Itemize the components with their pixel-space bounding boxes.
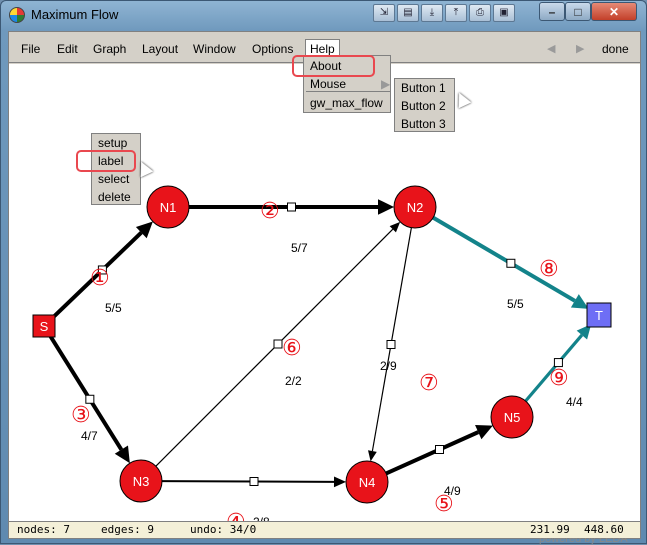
edge-flow-label: 2/2 — [285, 374, 302, 388]
edge-line[interactable] — [371, 227, 412, 452]
graph-node-label: N4 — [359, 475, 376, 490]
edge-step-marker: ⑦ — [419, 371, 439, 396]
edge-flow-label: 5/5 — [507, 297, 524, 311]
menu-window[interactable]: Window — [193, 42, 236, 56]
status-bar: nodes: 7 edges: 9 undo: 34/0 231.99 448.… — [9, 521, 640, 538]
submenu-arrow-icon: ▶ — [381, 77, 391, 91]
graph-node-label: N2 — [407, 200, 424, 215]
edge-step-marker: ④ — [226, 510, 246, 521]
status-nodes: nodes: 7 — [17, 523, 70, 536]
edge-handle[interactable] — [287, 202, 296, 212]
menu-button-3[interactable]: Button 3 — [395, 117, 454, 131]
menu-graph[interactable]: Graph — [93, 42, 126, 56]
done-button[interactable]: done — [602, 42, 629, 56]
edge-flow-label: 4/4 — [566, 395, 583, 409]
edge-flow-label: 5/5 — [105, 301, 122, 315]
edge-arrowhead — [378, 199, 394, 215]
edge-handle[interactable] — [273, 339, 283, 349]
menu-file[interactable]: File — [21, 42, 40, 56]
menu-mouse[interactable]: Mouse ▶ — [306, 77, 390, 92]
graph-node-label: N3 — [133, 474, 150, 489]
close-button[interactable]: ✕ — [591, 2, 637, 21]
edge-flow-label: 2/9 — [380, 359, 397, 373]
next-arrow-icon[interactable]: ▶ — [576, 42, 584, 55]
ctx-delete[interactable]: delete — [92, 190, 140, 204]
print-icon[interactable]: ⎙ — [469, 4, 491, 22]
minimize-button[interactable]: – — [539, 2, 565, 21]
title-toolbar: ⇲ ▤ ⤓ ⤒ ⎙ ▣ — [373, 4, 517, 22]
label-highlight — [76, 150, 136, 172]
about-highlight — [292, 55, 375, 77]
menu-layout[interactable]: Layout — [142, 42, 178, 56]
pin-icon[interactable]: ⤒ — [445, 4, 467, 22]
edge-handle[interactable] — [249, 477, 259, 486]
graph-node-label: N5 — [504, 410, 521, 425]
export-icon[interactable]: ⇲ — [373, 4, 395, 22]
edge-step-marker: ⑨ — [549, 366, 569, 391]
status-undo: undo: 34/0 — [190, 523, 257, 536]
status-edges: edges: 9 — [101, 523, 154, 536]
status-x: 231.99 — [530, 523, 570, 536]
edge-flow-label: 4/7 — [81, 429, 98, 443]
ctx-select[interactable]: select — [92, 172, 140, 186]
graph-node-label: T — [595, 308, 603, 323]
edge-handle[interactable] — [435, 445, 444, 454]
edge-step-marker: ⑧ — [539, 257, 559, 282]
graph-node-label: S — [40, 319, 49, 334]
mouse-submenu: Button 1 Button 2 Button 3 — [394, 78, 455, 132]
menu-options[interactable]: Options — [252, 42, 293, 56]
menu-mouse-label: Mouse — [310, 77, 347, 91]
title-bar[interactable]: Maximum Flow ⇲ ▤ ⤓ ⤒ ⎙ ▣ – □ ✕ — [1, 1, 646, 31]
edge-step-marker: ⑥ — [282, 336, 302, 361]
edge-step-marker: ② — [260, 199, 280, 224]
menu-gw-max-flow[interactable]: gw_max_flow — [304, 96, 390, 110]
menu-button-2[interactable]: Button 2 — [395, 99, 454, 113]
edge-step-marker: ⑤ — [434, 492, 454, 517]
edge-arrowhead — [368, 450, 377, 462]
ctx-setup[interactable]: setup — [92, 136, 140, 150]
edge-flow-label: 5/7 — [291, 241, 308, 255]
edge-line[interactable] — [161, 480, 335, 483]
edge-line[interactable] — [385, 430, 480, 476]
graph-node-label: N1 — [160, 200, 177, 215]
edge-step-marker: ① — [90, 266, 110, 291]
window-title: Maximum Flow — [31, 7, 119, 22]
edge-step-marker: ③ — [71, 403, 91, 428]
edge-arrowhead — [333, 476, 347, 488]
options-icon[interactable]: ▣ — [493, 4, 515, 22]
menu-edit[interactable]: Edit — [57, 42, 78, 56]
menu-button-1[interactable]: Button 1 — [395, 81, 454, 95]
edge-handle[interactable] — [506, 258, 516, 268]
edge-handle[interactable] — [386, 340, 396, 349]
prev-arrow-icon[interactable]: ◀ — [547, 42, 555, 55]
app-icon — [9, 7, 25, 23]
status-y: 448.60 — [584, 523, 624, 536]
download-icon[interactable]: ⤓ — [421, 4, 443, 22]
save-icon[interactable]: ▤ — [397, 4, 419, 22]
maximize-button[interactable]: □ — [565, 2, 591, 21]
